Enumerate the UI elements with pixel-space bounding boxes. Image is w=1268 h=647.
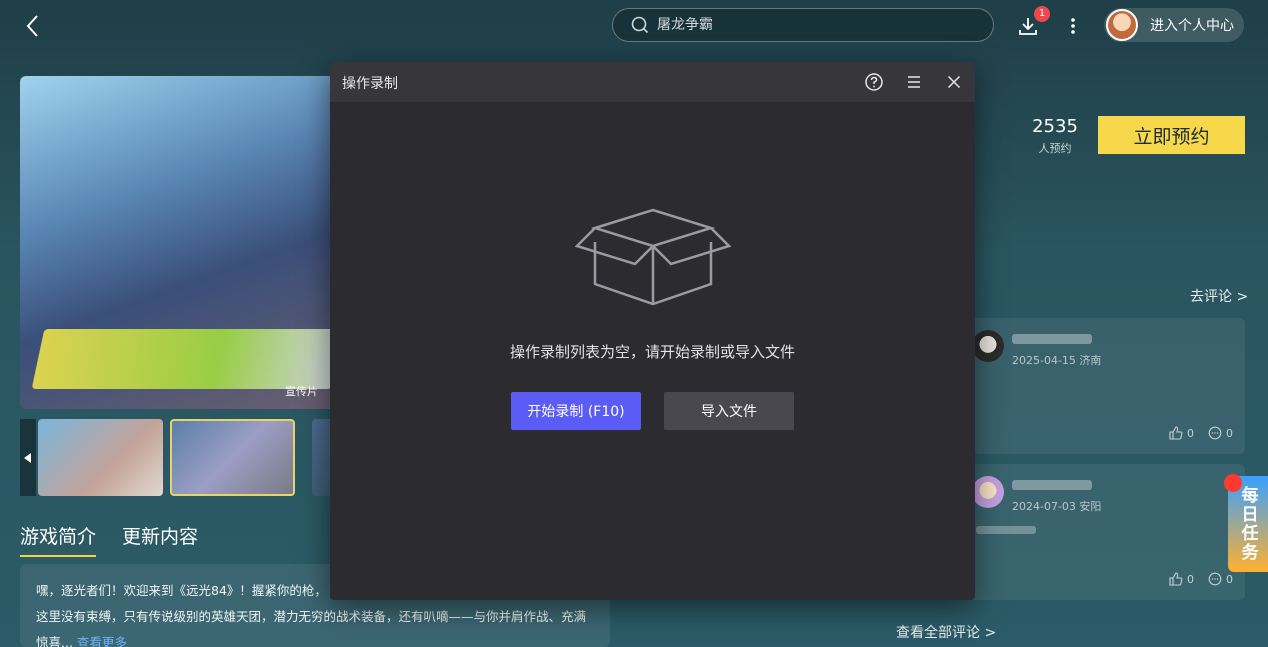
intro-line: 惊喜... 查看更多 <box>36 630 594 647</box>
help-icon <box>865 73 883 91</box>
reservation-count: 2535 <box>1032 116 1078 137</box>
comment-text-blurred <box>976 526 1036 534</box>
like-button[interactable]: 0 <box>1169 572 1194 586</box>
like-count: 0 <box>1187 426 1194 440</box>
dialog-title: 操作录制 <box>342 76 398 92</box>
more-vertical-icon <box>1071 18 1075 34</box>
avatar <box>1106 9 1138 41</box>
see-all-comments-link[interactable]: 查看全部评论 > <box>896 622 996 642</box>
daily-task-dot <box>1224 474 1242 492</box>
thumbnail[interactable] <box>38 419 163 496</box>
search-box[interactable] <box>612 8 994 42</box>
import-file-button[interactable]: 导入文件 <box>664 392 794 430</box>
user-center-label: 进入个人中心 <box>1150 18 1234 34</box>
game-logo-art <box>31 329 340 389</box>
comment-card: 2024-07-03 安阳 0 0 <box>966 464 1245 600</box>
menu-button[interactable] <box>904 72 924 92</box>
tab-intro[interactable]: 游戏简介 <box>20 522 97 557</box>
intro-line: 这里没有束缚，只有传说级别的英雄天团，潜力无穷的战术装备，还有叭嘀——与你并肩作… <box>36 609 587 624</box>
more-button[interactable] <box>1064 14 1082 38</box>
see-more-link[interactable]: 查看更多 <box>77 635 127 647</box>
start-record-button[interactable]: 开始录制 (F10) <box>511 392 641 430</box>
reserve-button[interactable]: 立即预约 <box>1098 116 1245 154</box>
search-input[interactable] <box>657 17 957 33</box>
help-button[interactable] <box>864 72 884 92</box>
thumbnail-selected[interactable] <box>170 419 295 496</box>
reply-count: 0 <box>1226 426 1233 440</box>
reply-button[interactable]: 0 <box>1208 572 1233 586</box>
chevron-left-icon <box>24 452 31 463</box>
like-button[interactable]: 0 <box>1169 426 1194 440</box>
comment-card: 2025-04-15 济南 0 0 <box>966 318 1245 454</box>
thumb-up-icon <box>1169 572 1183 586</box>
empty-box-icon <box>575 208 731 306</box>
commenter-avatar[interactable] <box>972 476 1004 508</box>
back-button[interactable] <box>20 12 46 40</box>
comment-actions: 0 0 <box>1169 572 1233 586</box>
thumb-up-icon <box>1169 426 1183 440</box>
reservation-count-label: 人预约 <box>1038 142 1072 155</box>
hero-video[interactable]: 宣传片 <box>20 76 340 409</box>
close-button[interactable] <box>944 72 964 92</box>
content-tabs: 游戏简介 更新内容 <box>20 522 198 557</box>
comment-meta: 2024-07-03 安阳 <box>1012 500 1102 513</box>
reply-count: 0 <box>1226 572 1233 586</box>
goto-comment-link[interactable]: 去评论 > <box>1190 286 1248 306</box>
empty-state-text: 操作录制列表为空，请开始录制或导入文件 <box>509 343 795 361</box>
dialog-header: 操作录制 <box>330 62 975 102</box>
comment-icon <box>1208 572 1222 586</box>
comment-icon <box>1208 426 1222 440</box>
hero-tag: 宣传片 <box>285 385 318 398</box>
search-icon <box>631 16 649 34</box>
download-badge: 1 <box>1034 6 1050 22</box>
thumb-prev-button[interactable] <box>20 419 36 496</box>
thumbnail-strip <box>20 419 340 496</box>
user-center-button[interactable]: 进入个人中心 <box>1104 8 1244 42</box>
commenter-name-blurred <box>1012 480 1092 490</box>
comment-meta: 2025-04-15 济南 <box>1012 354 1102 367</box>
like-count: 0 <box>1187 572 1194 586</box>
comment-actions: 0 0 <box>1169 426 1233 440</box>
operation-record-dialog: 操作录制 操作录制列表为空，请开始录制或导入文件 开始录制 (F10) 导入文件 <box>330 62 975 600</box>
close-icon <box>947 75 961 89</box>
menu-icon <box>908 76 920 88</box>
commenter-name-blurred <box>1012 334 1092 344</box>
top-bar: 1 进入个人中心 <box>0 0 1268 52</box>
tab-updates[interactable]: 更新内容 <box>122 522 198 557</box>
reply-button[interactable]: 0 <box>1208 426 1233 440</box>
commenter-avatar[interactable] <box>972 330 1004 362</box>
back-icon <box>26 15 38 37</box>
